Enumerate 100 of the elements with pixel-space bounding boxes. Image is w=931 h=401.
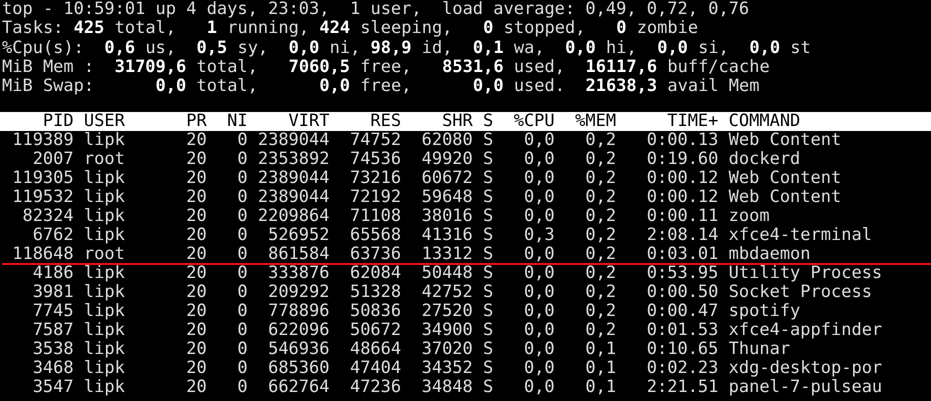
table-cell: 0,2 — [585, 283, 616, 302]
table-cell: 48664 — [350, 340, 402, 360]
table-cell: lipk — [84, 264, 125, 284]
summary-line: top - 10:59:01 up 4 days, 23:03, 1 user, load average: 0,49, 0,72, 0,76 — [2, 0, 750, 20]
table-cell: 0,3 — [524, 226, 555, 246]
table-cell: 20 — [186, 131, 207, 150]
table-cell: S — [483, 340, 494, 360]
table-cell: 0:00.50 — [646, 283, 718, 302]
table-cell: xfce4-terminal — [728, 226, 872, 246]
table-cell: S — [483, 359, 494, 378]
table-cell: 2007 — [32, 150, 74, 170]
table-cell: 0:19.60 — [646, 150, 718, 170]
table-cell: 0,0 — [524, 188, 555, 208]
column-header: COMMAND — [728, 112, 800, 132]
table-cell: 72192 — [350, 188, 402, 208]
table-cell: 0:01.53 — [646, 321, 718, 340]
table-cell: 0,2 — [585, 207, 616, 226]
summary-line: %Cpu(s): 0,6 us, 0,5 sy, 0,0 ni, 98,9 id, 0,1 wa, 0,0 hi, 0,0 si, 0,0 st — [2, 38, 811, 58]
table-cell: 0 — [237, 264, 248, 284]
table-cell: 119389 — [12, 131, 74, 150]
table-cell: 71108 — [350, 207, 402, 226]
table-cell: 74752 — [350, 131, 402, 150]
table-cell: 0,0 — [524, 359, 555, 378]
table-cell: S — [483, 264, 494, 284]
table-cell: 20 — [186, 188, 207, 208]
table-cell: 622096 — [268, 321, 330, 340]
table-cell: 0:53.95 — [646, 264, 718, 284]
table-cell: lipk — [84, 131, 125, 150]
table-cell: 0,0 — [524, 340, 555, 360]
table-cell: 0,0 — [524, 264, 555, 284]
table-cell: 49920 — [422, 150, 473, 170]
table-cell: 3547 — [32, 378, 74, 398]
summary-line: MiB Swap: 0,0 total, 0,0 free, 0,0 used. 21638,3 avail Mem — [2, 77, 760, 96]
table-cell: 2209864 — [258, 207, 330, 226]
table-cell: 20 — [186, 378, 207, 398]
table-cell: 662764 — [268, 378, 330, 398]
table-cell: 0:02.23 — [646, 359, 718, 378]
table-cell: 0,2 — [585, 321, 616, 340]
table-cell: 0:03.01 — [646, 245, 718, 264]
table-cell: 526952 — [268, 226, 330, 246]
table-cell: 37020 — [422, 340, 473, 360]
table-cell: 0,2 — [585, 302, 616, 322]
table-cell: 20 — [186, 359, 207, 378]
table-cell: 0,2 — [585, 150, 616, 170]
table-cell: dockerd — [728, 150, 800, 170]
table-cell: lipk — [84, 283, 125, 302]
column-header: SHR — [442, 112, 473, 132]
table-cell: 2389044 — [258, 169, 330, 188]
table-cell: 20 — [186, 226, 207, 246]
table-cell: 0 — [237, 150, 248, 170]
table-cell: 0,2 — [585, 131, 616, 150]
table-cell: 51328 — [350, 283, 402, 302]
table-cell: 13312 — [422, 245, 473, 264]
table-cell: 0 — [237, 226, 248, 246]
table-cell: 0 — [237, 283, 248, 302]
table-cell: 2:08.14 — [646, 226, 718, 246]
table-cell: 0:00.13 — [646, 131, 718, 150]
table-cell: S — [483, 150, 494, 170]
column-header: USER — [84, 112, 125, 132]
table-cell: Thunar — [728, 340, 790, 360]
table-cell: 62080 — [422, 131, 473, 150]
table-cell: 0,2 — [585, 264, 616, 284]
table-cell: 20 — [186, 169, 207, 188]
table-cell: 119532 — [12, 188, 74, 208]
table-cell: 34900 — [422, 321, 473, 340]
table-cell: Socket Process — [728, 283, 872, 302]
table-cell: 0 — [237, 245, 248, 264]
table-cell: lipk — [84, 302, 125, 322]
column-header: PR — [186, 112, 207, 132]
table-cell: 60672 — [422, 169, 473, 188]
table-cell: 0,1 — [585, 340, 616, 360]
table-cell: 41316 — [422, 226, 473, 246]
table-cell: xfce4-appfinder — [728, 321, 882, 340]
table-cell: lipk — [84, 321, 125, 340]
column-header: %CPU — [514, 112, 555, 132]
table-cell: 20 — [186, 321, 207, 340]
table-cell: 118648 — [12, 245, 74, 264]
table-cell: 778896 — [268, 302, 330, 322]
table-cell: Utılity Process — [728, 264, 882, 284]
table-cell: lipk — [84, 340, 125, 360]
summary-line: Tasks: 425 total, 1 running, 424 sleeping, 0 stopped, 0 zombie — [2, 19, 698, 39]
table-cell: 0 — [237, 169, 248, 188]
table-cell: S — [483, 131, 494, 150]
table-cell: 3981 — [32, 283, 74, 302]
table-cell: 20 — [186, 302, 207, 322]
table-cell: 0,0 — [524, 302, 555, 322]
column-header: TIME+ — [667, 112, 718, 132]
table-cell: S — [483, 302, 494, 322]
table-cell: 63736 — [350, 245, 402, 264]
table-cell: 0,0 — [524, 150, 555, 170]
table-cell: S — [483, 207, 494, 226]
table-cell: S — [483, 321, 494, 340]
table-cell: 7745 — [32, 302, 74, 322]
table-cell: 2389044 — [258, 131, 330, 150]
table-cell: S — [483, 169, 494, 188]
table-cell: xdg-desktop-por — [728, 359, 882, 378]
column-header: NI — [227, 112, 248, 132]
table-cell: 0:00.47 — [646, 302, 718, 322]
table-cell: S — [483, 188, 494, 208]
table-cell: 0:10.65 — [646, 340, 718, 360]
